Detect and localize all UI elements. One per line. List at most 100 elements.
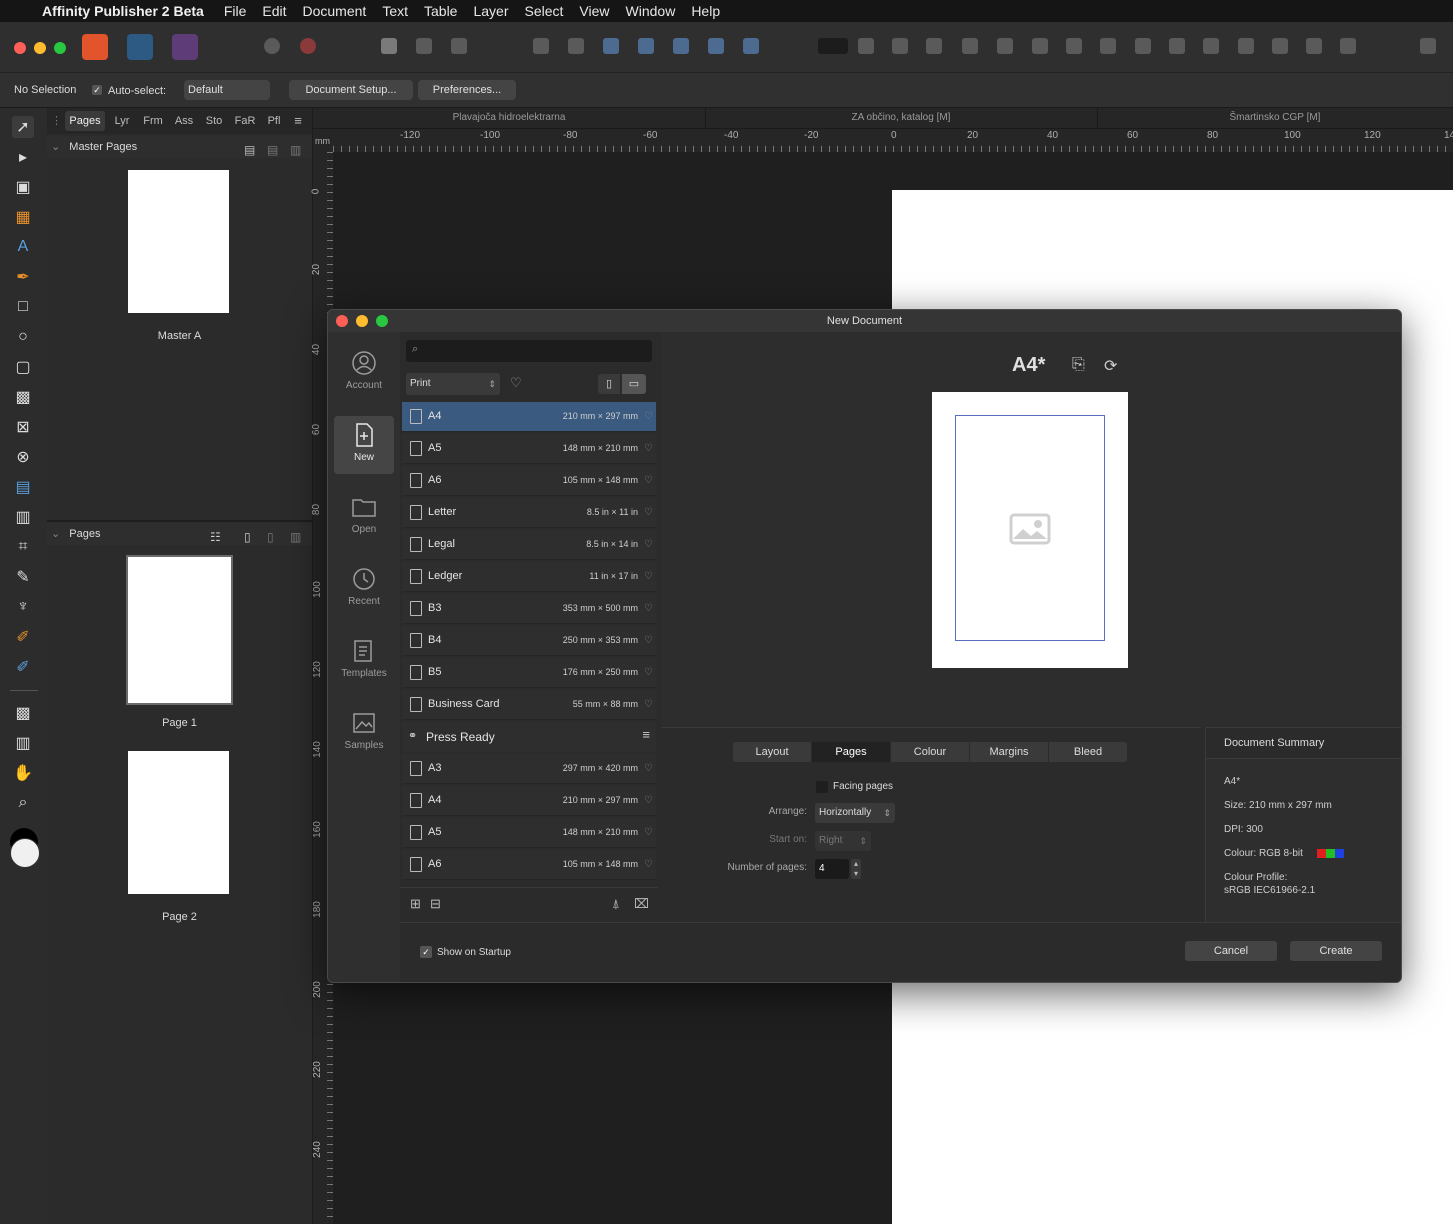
tab-frames[interactable]: Frm [139,111,167,131]
preset-row[interactable]: A6 105 mm × 148 mm ♡ [402,850,656,880]
menu-select[interactable]: Select [525,3,564,19]
preferences-button[interactable]: Preferences... [418,80,516,100]
preset-search-input[interactable]: ⌕ [406,340,652,362]
view-mode-icon[interactable] [381,38,397,54]
arrange-4-icon[interactable] [1306,38,1322,54]
favourite-heart-icon[interactable]: ♡ [644,466,653,495]
insert-icon[interactable] [568,38,584,54]
arrange-icon[interactable] [1203,38,1219,54]
favourite-heart-icon[interactable]: ♡ [644,658,653,687]
add-master-icon[interactable]: ▤ [244,139,255,161]
app-name[interactable]: Affinity Publisher 2 Beta [42,3,204,19]
table-3-tool-icon[interactable]: ▥ [12,732,34,754]
group-menu-icon[interactable]: ≡ [642,727,650,742]
auto-select-dropdown[interactable]: Default [184,80,270,100]
tab-preflight[interactable]: Pfl [262,111,286,131]
ellipse-tool-icon[interactable]: ○ [12,326,34,348]
boolean-intersect-icon[interactable] [673,38,689,54]
save-preset-icon[interactable]: ⎘ [1072,356,1085,374]
preset-row[interactable]: A3 297 mm × 420 mm ♡ [402,754,656,784]
page-1-thumbnail[interactable] [126,555,233,705]
artistic-text-tool-icon[interactable]: A [12,236,34,258]
preset-row[interactable]: Legal 8.5 in × 14 in ♡ [402,530,656,560]
arrange-5-icon[interactable] [1340,38,1356,54]
node-tool-icon[interactable]: ▸ [12,146,34,168]
pin-icon[interactable] [533,38,549,54]
frame-text-tool-icon[interactable]: ▣ [12,176,34,198]
tab-margins[interactable]: Margins [970,742,1049,762]
duplicate-master-icon[interactable]: ▤ [267,139,278,161]
rectangle-tool-icon[interactable]: □ [12,296,34,318]
press-ready-header[interactable]: ⚭ Press Ready ≡ [402,722,656,752]
pen-tool-icon[interactable]: ✒ [12,266,34,288]
settings-icon[interactable] [264,38,280,54]
menu-file[interactable]: File [224,3,247,19]
pages-collapse-chevron-icon[interactable]: ⌄ [51,528,60,540]
start-on-dropdown[interactable]: Right ⇕ [815,831,871,851]
add-category-icon[interactable]: ⊟ [430,896,441,912]
nav-templates[interactable]: Templates [334,632,394,690]
publisher-persona-icon[interactable] [82,34,108,60]
document-tab-3[interactable]: Šmartinsko CGP [M] [1097,108,1453,128]
preset-row[interactable]: A5 148 mm × 210 mm ♡ [402,434,656,464]
boolean-divide-icon[interactable] [743,38,759,54]
facing-pages-checkbox[interactable] [816,781,828,793]
arrange-dropdown[interactable]: Horizontally ⇕ [815,803,895,823]
preset-row[interactable]: A4 210 mm × 297 mm ♡ [402,786,656,816]
menu-view[interactable]: View [579,3,609,19]
panel-divider[interactable] [47,520,312,522]
landscape-orientation-icon[interactable]: ▭ [622,374,646,394]
table-tool-icon[interactable]: ▦ [12,206,34,228]
preset-row[interactable]: B3 353 mm × 500 mm ♡ [402,594,656,624]
designer-persona-icon[interactable] [127,34,153,60]
hand-tool-icon[interactable]: ✋ [12,762,34,784]
align-bottom-icon[interactable] [1032,38,1048,54]
align-left-icon[interactable] [858,38,874,54]
nav-samples[interactable]: Samples [334,704,394,762]
studio-icon[interactable] [1420,38,1436,54]
preset-row[interactable]: B4 250 mm × 353 mm ♡ [402,626,656,656]
favourite-heart-icon[interactable]: ♡ [644,626,653,655]
add-page-icon[interactable]: ▯ [244,526,251,548]
tab-find-replace[interactable]: FaR [231,111,259,131]
dialog-zoom-button[interactable] [376,315,388,327]
nav-account[interactable]: Account [334,344,394,402]
tab-bleed[interactable]: Bleed [1049,742,1127,762]
auto-select-checkbox[interactable]: ✓ [92,85,102,95]
preset-row[interactable]: A5 148 mm × 210 mm ♡ [402,818,656,848]
preset-row[interactable]: B5 176 mm × 250 mm ♡ [402,658,656,688]
page-options-icon[interactable]: ☷ [210,526,221,548]
window-zoom-button[interactable] [54,42,66,54]
favourite-heart-icon[interactable]: ♡ [644,690,653,719]
preset-row[interactable]: A6 105 mm × 148 mm ♡ [402,466,656,496]
transparency-tool-icon[interactable]: ♆ [12,596,34,618]
window-minimize-button[interactable] [34,42,46,54]
number-of-pages-stepper[interactable]: ▴ ▾ [851,859,861,879]
document-setup-button[interactable]: Document Setup... [289,80,413,100]
dialog-close-button[interactable] [336,315,348,327]
panel-grip-icon[interactable]: ⋮ [51,111,62,131]
nav-new[interactable]: New [334,416,394,474]
tab-pages[interactable]: Pages [65,111,105,131]
place-image-tool-icon[interactable]: ▤ [12,476,34,498]
panel-menu-icon[interactable]: ≡ [289,111,307,131]
category-dropdown[interactable]: Print ⇕ [406,373,500,395]
menu-window[interactable]: Window [626,3,676,19]
menu-layer[interactable]: Layer [473,3,508,19]
boolean-xor-icon[interactable] [708,38,724,54]
arrange-2-icon[interactable] [1238,38,1254,54]
preset-row[interactable]: A4 210 mm × 297 mm ♡ [402,402,656,432]
favourite-heart-icon[interactable]: ♡ [644,530,653,559]
favourites-heart-icon[interactable]: ♡ [510,375,522,391]
favourite-heart-icon[interactable]: ♡ [644,818,653,847]
window-close-button[interactable] [14,42,26,54]
preset-row[interactable]: Ledger 11 in × 17 in ♡ [402,562,656,592]
tab-pages-settings[interactable]: Pages [812,742,891,762]
dialog-minimize-button[interactable] [356,315,368,327]
preset-row[interactable]: Business Card 55 mm × 88 mm ♡ [402,690,656,720]
create-button[interactable]: Create [1290,941,1382,961]
rename-preset-icon[interactable]: ⍋ [612,896,620,912]
menu-table[interactable]: Table [424,3,457,19]
boolean-add-icon[interactable] [603,38,619,54]
master-a-thumbnail[interactable] [128,170,229,313]
